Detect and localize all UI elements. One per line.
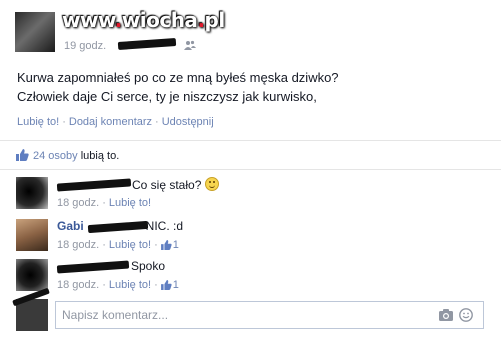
add-comment-link[interactable]: Dodaj komentarz: [69, 116, 152, 128]
commenter-avatar[interactable]: [16, 177, 48, 209]
likes-summary: 24 osoby lubią to.: [16, 149, 119, 162]
comment-meta: 18 godz. · Lubię to! · 1: [57, 279, 179, 291]
thumbs-up-icon: [160, 280, 172, 290]
likes-suffix: lubią to.: [80, 150, 120, 162]
comment-composer: [55, 301, 484, 329]
post-body: Kurwa zapomniałeś po co ze mną byłeś męs…: [17, 68, 339, 106]
comment-text: NIC. :d: [145, 219, 184, 233]
friends-audience-icon[interactable]: [184, 40, 196, 50]
comment-like-link[interactable]: Lubię to!: [109, 197, 151, 209]
commenter-avatar[interactable]: [16, 219, 48, 251]
divider: [0, 140, 501, 141]
poster-avatar[interactable]: [15, 12, 55, 52]
commenter-avatar[interactable]: [16, 259, 48, 291]
post-text-line: Kurwa zapomniałeś po co ze mną byłeś męs…: [17, 70, 339, 85]
divider: [0, 169, 501, 170]
post-timestamp[interactable]: 19 godz.: [64, 40, 106, 52]
comment-text: Co się stało?: [132, 178, 202, 192]
comment-timestamp[interactable]: 18 godz.: [57, 279, 99, 291]
redacted-name-bar: [117, 37, 177, 51]
likers-link[interactable]: 24 osoby: [33, 150, 78, 162]
comment-like-count[interactable]: 1: [173, 279, 179, 291]
camera-icon[interactable]: [439, 309, 453, 321]
comment-like-count[interactable]: 1: [173, 239, 179, 251]
like-link[interactable]: Lubię to!: [17, 116, 59, 128]
comment-text: Spoko: [131, 259, 166, 273]
comment-input[interactable]: [56, 302, 428, 328]
commenter-name[interactable]: Gabi: [57, 219, 84, 233]
comment-timestamp[interactable]: 18 godz.: [57, 197, 99, 209]
post-actions: Lubię to! · Dodaj komentarz · Udostępnij: [17, 116, 214, 128]
comment-meta: 18 godz. · Lubię to! · 1: [57, 239, 179, 251]
thumbs-up-icon: [160, 240, 172, 250]
share-link[interactable]: Udostępnij: [162, 116, 214, 128]
facebook-post: www.wiocha.pl 19 godz. Kurwa zapomniałeś…: [0, 0, 501, 339]
smile-emoji-icon: [204, 177, 219, 191]
comment-like-link[interactable]: Lubię to!: [109, 239, 151, 251]
comment-like-link[interactable]: Lubię to!: [109, 279, 151, 291]
emoji-picker-icon[interactable]: [459, 308, 473, 322]
comment-timestamp[interactable]: 18 godz.: [57, 239, 99, 251]
thumbs-up-icon: [16, 149, 29, 161]
watermark-logo: www.wiocha.pl: [62, 8, 225, 32]
comment-meta: 18 godz. · Lubię to!: [57, 197, 152, 209]
post-text-line: Człowiek daje Ci serce, ty je niszczysz …: [17, 89, 317, 104]
